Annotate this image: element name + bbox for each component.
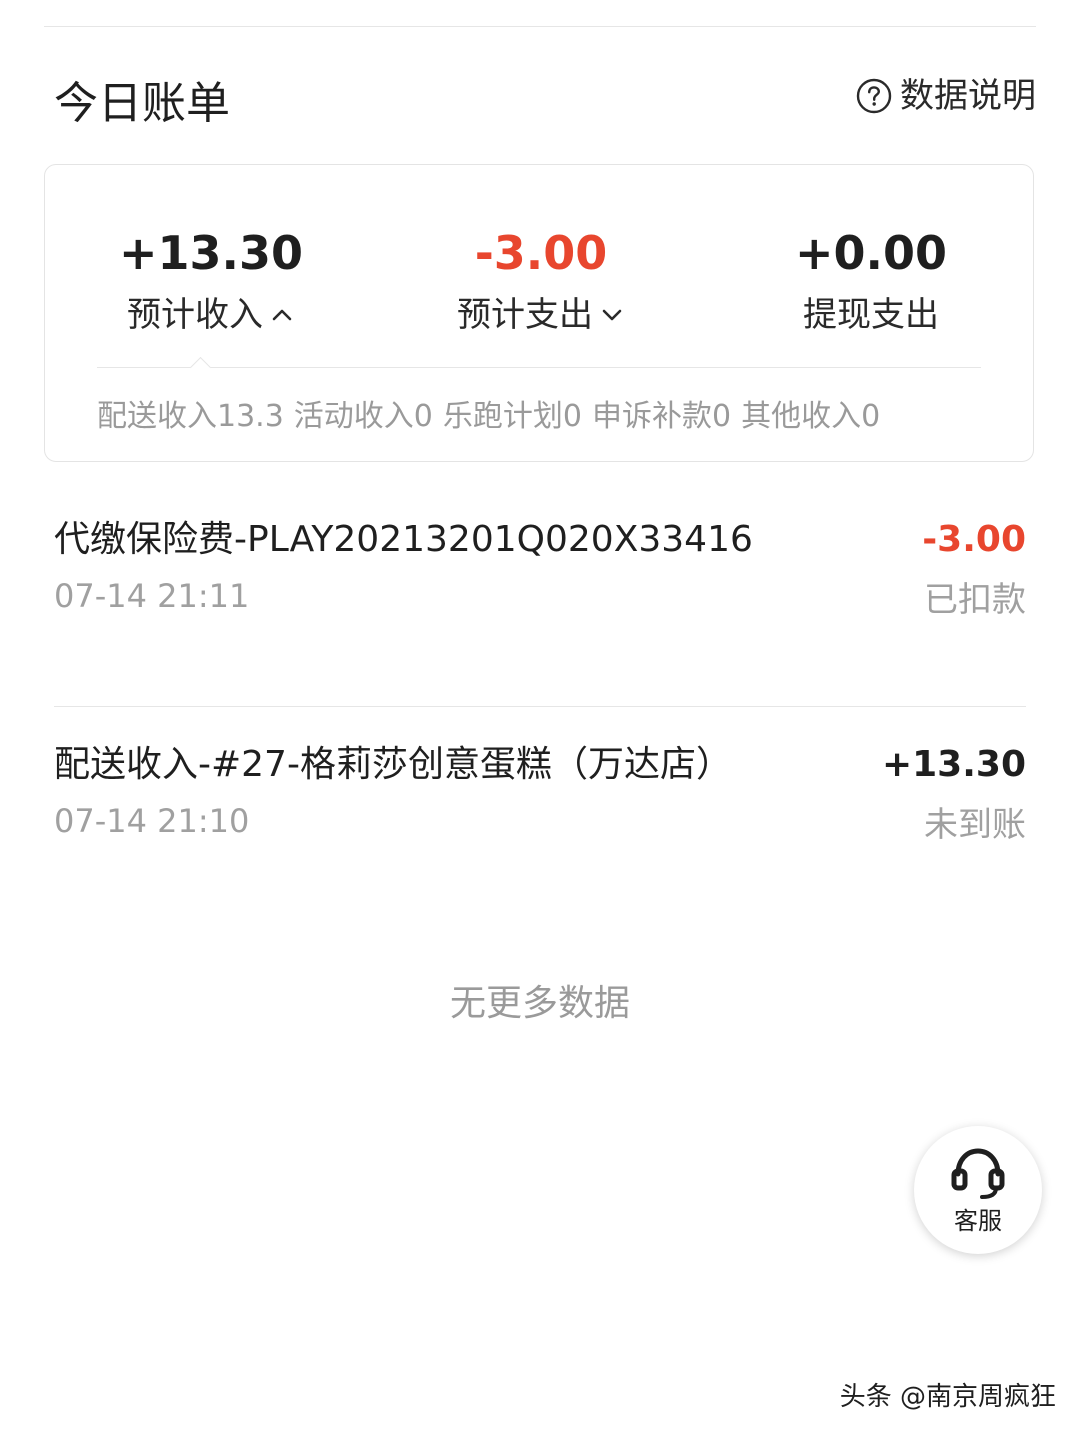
withdraw-label-wrap: 提现支出 [803,293,939,337]
transaction-row[interactable]: 配送收入-#27-格莉莎创意蛋糕（万达店） 07-14 21:10 +13.30… [54,737,1026,873]
transaction-row[interactable]: 代缴保险费-PLAY20213201Q020X33416 07-14 21:11… [54,512,1026,707]
withdraw-value: +0.00 [794,226,948,280]
headset-icon [951,1148,1005,1199]
watermark: 头条 @南京周疯狂 [839,1382,1056,1412]
chevron-up-icon [272,309,292,321]
transaction-time: 07-14 21:10 [54,802,250,840]
withdraw-label: 提现支出 [803,295,939,335]
divider-caret [189,356,212,379]
transaction-status: 已扣款 [924,580,1026,620]
question-circle-icon [856,78,892,114]
no-more-data-note: 无更多数据 [449,983,630,1024]
data-explanation-link[interactable]: 数据说明 [856,74,1036,118]
expense-stat: -3.00 预计支出 [411,225,671,337]
transaction-status: 未到账 [924,805,1026,845]
transaction-description: 代缴保险费-PLAY20213201Q020X33416 [54,519,753,560]
expense-label: 预计支出 [457,295,593,335]
data-explanation-label: 数据说明 [900,76,1036,116]
breakdown-activity: 活动收入0 [293,399,433,434]
summary-card: +13.30 预计收入 -3.00 预计支出 +0.00 提现支出 配送收入13… [44,164,1034,462]
top-divider [44,26,1036,27]
breakdown-delivery: 配送收入13.3 [97,399,284,434]
transaction-amount: -3.00 [922,519,1026,560]
income-value: +13.30 [118,226,304,280]
page-title: 今日账单 [54,78,230,129]
income-breakdown: 配送收入13.3 活动收入0 乐跑计划0 申诉补款0 其他收入0 [97,397,993,437]
transaction-description: 配送收入-#27-格莉莎创意蛋糕（万达店） [54,744,732,785]
transaction-list: 代缴保险费-PLAY20213201Q020X33416 07-14 21:11… [54,512,1026,873]
chevron-down-icon [602,309,622,321]
income-stat: +13.30 预计收入 [81,225,341,337]
customer-service-button[interactable]: 客服 [914,1126,1042,1254]
breakdown-other: 其他收入0 [741,399,881,434]
income-label: 预计收入 [127,295,263,335]
expense-toggle[interactable]: 预计支出 [457,293,625,337]
page-header: 今日账单 数据说明 [54,72,1036,136]
breakdown-run-plan: 乐跑计划0 [442,399,582,434]
income-toggle[interactable]: 预计收入 [127,293,295,337]
transaction-amount-block: +13.30 未到账 [882,741,1026,847]
transaction-time: 07-14 21:11 [54,577,250,615]
summary-divider [97,367,981,368]
expense-value: -3.00 [474,226,608,280]
transaction-amount-block: -3.00 已扣款 [922,516,1026,622]
withdraw-stat: +0.00 提现支出 [741,225,1001,337]
breakdown-appeal: 申诉补款0 [591,399,732,434]
customer-service-label: 客服 [954,1207,1002,1235]
transaction-amount: +13.30 [881,744,1026,785]
